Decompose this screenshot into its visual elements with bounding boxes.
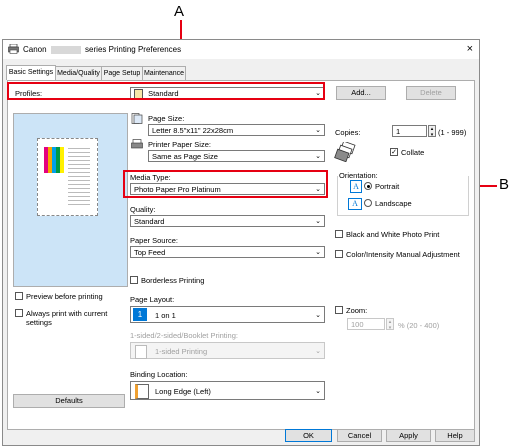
always-print-label-line2: settings bbox=[26, 318, 52, 327]
window-title: Canon series Printing Preferences bbox=[23, 45, 181, 54]
page-size-label: Page Size: bbox=[148, 114, 185, 123]
preview-text-lines bbox=[68, 148, 90, 208]
callout-a-label: A bbox=[174, 3, 185, 20]
landscape-label: Landscape bbox=[375, 199, 412, 208]
chevron-down-icon: ⌄ bbox=[315, 348, 321, 355]
page-layout-icon: 1 bbox=[133, 308, 147, 321]
always-print-label-line1: Always print with current bbox=[26, 309, 108, 318]
chevron-down-icon: ⌄ bbox=[315, 218, 321, 225]
borderless-label: Borderless Printing bbox=[141, 276, 205, 285]
title-bar: Canon series Printing Preferences × bbox=[3, 40, 479, 59]
page-size-dropdown[interactable]: Letter 8.5"x11" 22x28cm ⌄ bbox=[148, 124, 325, 136]
page-size-icon bbox=[131, 113, 143, 124]
duplex-value: 1-sided Printing bbox=[155, 347, 208, 356]
copies-range: (1 - 999) bbox=[438, 128, 467, 137]
model-name-redacted bbox=[50, 45, 81, 54]
paper-source-value: Top Feed bbox=[134, 248, 166, 257]
delete-profile-button[interactable]: Delete bbox=[406, 86, 456, 100]
ok-button[interactable]: OK bbox=[285, 429, 332, 442]
printer-icon bbox=[8, 44, 19, 54]
zoom-range: % (20 - 400) bbox=[398, 321, 440, 330]
chevron-down-icon: ⌄ bbox=[315, 249, 321, 256]
zoom-label: Zoom: bbox=[346, 306, 368, 315]
window-title-prefix: Canon bbox=[23, 45, 47, 54]
callout-a-box bbox=[7, 82, 325, 100]
copies-stack-icon bbox=[334, 142, 356, 162]
close-button[interactable]: × bbox=[467, 43, 473, 55]
preview-page bbox=[37, 138, 98, 216]
binding-location-dropdown[interactable]: Long Edge (Left) ⌄ bbox=[130, 381, 325, 400]
printing-preferences-dialog: Canon series Printing Preferences × Basi… bbox=[2, 39, 480, 446]
borderless-checkbox[interactable] bbox=[130, 276, 138, 284]
portrait-label: Portrait bbox=[375, 182, 400, 191]
add-profile-button[interactable]: Add... bbox=[336, 86, 386, 100]
chevron-down-icon: ⌄ bbox=[315, 127, 321, 134]
bw-photo-checkbox[interactable] bbox=[335, 230, 343, 238]
printer-paper-size-value: Same as Page Size bbox=[152, 152, 218, 161]
zoom-checkbox[interactable] bbox=[335, 306, 343, 314]
binding-location-value: Long Edge (Left) bbox=[155, 387, 211, 396]
duplex-label: 1-sided/2-sided/Booklet Printing: bbox=[130, 331, 238, 340]
color-manual-checkbox[interactable] bbox=[335, 250, 343, 258]
copies-input[interactable]: 1 bbox=[392, 125, 427, 137]
quality-dropdown[interactable]: Standard ⌄ bbox=[130, 215, 325, 227]
zoom-input[interactable]: 100 bbox=[347, 318, 385, 330]
bw-photo-label: Black and White Photo Print bbox=[346, 230, 440, 239]
duplex-dropdown[interactable]: 1-sided Printing ⌄ bbox=[130, 342, 325, 359]
printer-paper-size-dropdown[interactable]: Same as Page Size ⌄ bbox=[148, 150, 325, 162]
quality-label: Quality: bbox=[130, 205, 156, 214]
landscape-icon: A bbox=[348, 198, 362, 210]
page-size-value: Letter 8.5"x11" 22x28cm bbox=[152, 126, 234, 135]
cancel-button[interactable]: Cancel bbox=[337, 429, 382, 442]
collate-checkbox[interactable]: ✓ bbox=[390, 148, 398, 156]
tab-maintenance[interactable]: Maintenance bbox=[142, 66, 186, 80]
portrait-radio[interactable] bbox=[364, 182, 372, 190]
paper-source-dropdown[interactable]: Top Feed ⌄ bbox=[130, 246, 325, 258]
zoom-value: 100 bbox=[351, 320, 364, 329]
preview-checkbox[interactable] bbox=[15, 292, 23, 300]
tab-media-quality[interactable]: Media/Quality bbox=[55, 66, 102, 80]
duplex-icon bbox=[135, 345, 147, 359]
copies-stepper[interactable]: ▴ ▾ bbox=[428, 125, 436, 138]
color-manual-label: Color/Intensity Manual Adjustment bbox=[346, 250, 460, 259]
page-layout-value: 1 on 1 bbox=[155, 311, 176, 320]
page-layout-dropdown[interactable]: 1 1 on 1 ⌄ bbox=[130, 306, 325, 323]
paper-source-label: Paper Source: bbox=[130, 236, 178, 245]
zoom-stepper[interactable]: ▴ ▾ bbox=[386, 318, 394, 331]
page-layout-label: Page Layout: bbox=[130, 295, 175, 304]
chevron-down-icon: ⌄ bbox=[315, 388, 321, 395]
portrait-icon: A bbox=[350, 180, 362, 193]
tab-page-setup[interactable]: Page Setup bbox=[101, 66, 143, 80]
apply-button[interactable]: Apply bbox=[386, 429, 431, 442]
copies-value: 1 bbox=[396, 127, 401, 136]
quality-value: Standard bbox=[134, 217, 165, 226]
defaults-button[interactable]: Defaults bbox=[13, 394, 125, 408]
printer-paper-icon bbox=[131, 139, 143, 149]
preview-label: Preview before printing bbox=[26, 292, 103, 301]
window-title-suffix: series Printing Preferences bbox=[85, 45, 182, 54]
binding-location-label: Binding Location: bbox=[130, 370, 188, 379]
basic-settings-pane: Profiles: Standard ⌄ Add... Delete Previ… bbox=[7, 80, 475, 430]
collate-label: Collate bbox=[401, 148, 425, 157]
help-button[interactable]: Help bbox=[435, 429, 475, 442]
tab-basic-settings[interactable]: Basic Settings bbox=[6, 65, 56, 80]
landscape-radio[interactable] bbox=[364, 199, 372, 207]
page-preview-panel bbox=[13, 113, 128, 287]
always-print-checkbox[interactable] bbox=[15, 309, 23, 317]
binding-icon bbox=[135, 384, 149, 399]
callout-b-box bbox=[123, 170, 328, 198]
printer-paper-size-label: Printer Paper Size: bbox=[148, 140, 211, 149]
preview-image-icon bbox=[44, 147, 64, 173]
chevron-down-icon: ⌄ bbox=[315, 312, 321, 319]
callout-b-label: B bbox=[499, 176, 510, 193]
chevron-down-icon: ⌄ bbox=[315, 153, 321, 160]
copies-label: Copies: bbox=[335, 128, 361, 137]
